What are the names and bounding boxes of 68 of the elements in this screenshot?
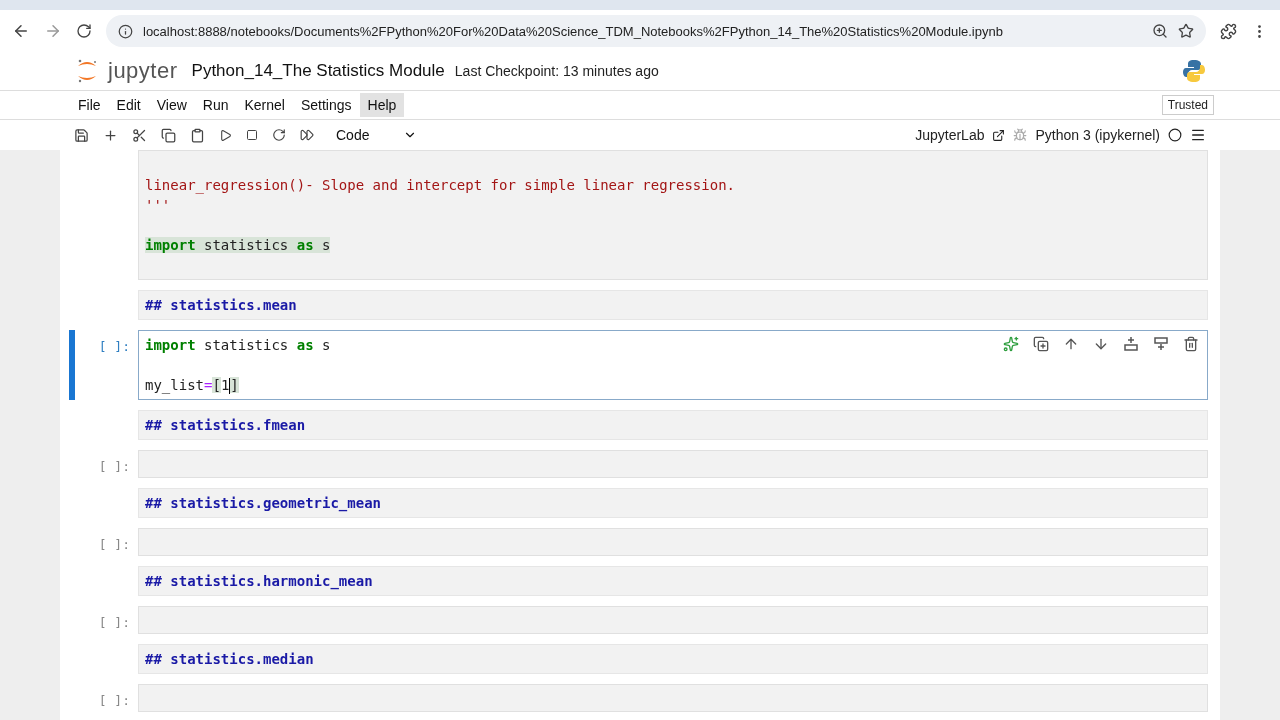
menu-item[interactable]: Settings bbox=[292, 93, 360, 117]
code-token: ''' bbox=[145, 197, 171, 213]
code-token: import bbox=[145, 237, 196, 253]
code-token: [ bbox=[212, 377, 221, 393]
move-up-icon[interactable] bbox=[1063, 336, 1079, 352]
checkpoint-text: Last Checkpoint: 13 minutes ago bbox=[454, 63, 660, 79]
markdown-cell[interactable]: ## statistics.median bbox=[138, 644, 1208, 674]
markdown-cell[interactable]: ## statistics.fmean bbox=[138, 410, 1208, 440]
cell-prompt: [ ]: bbox=[98, 459, 130, 474]
code-token: linear_regression()- Slope and intercept for simple linear regression. bbox=[145, 177, 735, 193]
menu-item[interactable]: Kernel bbox=[236, 93, 293, 117]
jupyter-logo-icon bbox=[76, 58, 98, 84]
cell-prompt: [ ]: bbox=[98, 339, 130, 354]
menu-item[interactable]: Edit bbox=[108, 93, 149, 117]
delete-icon[interactable] bbox=[1183, 336, 1199, 352]
markdown-cell[interactable]: ## statistics.geometric_mean bbox=[138, 488, 1208, 518]
star-icon[interactable] bbox=[1178, 23, 1194, 39]
cell-prompt: [ ]: bbox=[98, 615, 130, 630]
jupyterlab-link[interactable]: JupyterLab bbox=[915, 127, 985, 143]
move-down-icon[interactable] bbox=[1093, 336, 1109, 352]
code-token: = bbox=[204, 377, 213, 393]
code-token: 1 bbox=[220, 377, 230, 393]
copy-icon[interactable] bbox=[161, 127, 176, 143]
code-cell[interactable]: linear_regression()- Slope and intercept for simple linear regression. ''' import statistics as s bbox=[138, 150, 1208, 280]
code-token: import bbox=[145, 337, 196, 353]
jupyter-logo-text: jupyter bbox=[108, 58, 178, 84]
code-cell[interactable]: import statistics as s my_list=[1] bbox=[138, 330, 1208, 400]
insert-below-icon[interactable] bbox=[1153, 336, 1169, 352]
reload-icon[interactable] bbox=[76, 23, 92, 39]
insert-above-icon[interactable] bbox=[1123, 336, 1139, 352]
code-token: s bbox=[321, 337, 331, 353]
trusted-badge[interactable]: Trusted bbox=[1161, 95, 1214, 115]
run-icon[interactable] bbox=[219, 128, 232, 142]
cut-icon[interactable] bbox=[132, 127, 147, 143]
sparkle-icon[interactable] bbox=[1003, 336, 1019, 352]
kernel-name[interactable]: Python 3 (ipykernel) bbox=[1035, 127, 1160, 143]
notebook-title[interactable]: Python_14_The Statistics Module bbox=[191, 61, 445, 81]
kernel-status-icon[interactable] bbox=[1168, 128, 1182, 142]
extensions-icon[interactable] bbox=[1220, 22, 1237, 40]
menu-icon[interactable] bbox=[1190, 127, 1206, 143]
paste-icon[interactable] bbox=[190, 127, 205, 143]
run-all-icon[interactable] bbox=[300, 128, 314, 142]
menu-item[interactable]: View bbox=[148, 93, 195, 117]
code-token: as bbox=[296, 337, 314, 353]
cell-prompt: [ ]: bbox=[98, 537, 130, 552]
code-token: statistics bbox=[203, 337, 290, 353]
duplicate-icon[interactable] bbox=[1033, 336, 1049, 352]
save-icon[interactable] bbox=[74, 127, 89, 143]
menu-item[interactable]: File bbox=[70, 93, 109, 117]
back-icon[interactable] bbox=[12, 22, 30, 40]
code-token: statistics bbox=[195, 237, 297, 253]
menu-item[interactable]: Run bbox=[194, 93, 237, 117]
cell-type-dropdown[interactable]: Code bbox=[336, 127, 418, 143]
address-bar[interactable]: localhost:8888/notebooks/Documents%2FPython%20For%20Data%20Science_TDM_Notebooks%2FPython_14_The%20Statistics%20Module.ipynb bbox=[106, 15, 1206, 47]
add-cell-icon[interactable] bbox=[103, 127, 118, 143]
menu-item[interactable]: Help bbox=[359, 93, 405, 117]
python-logo-icon bbox=[1182, 59, 1206, 83]
markdown-cell[interactable]: ## statistics.harmonic_mean bbox=[138, 566, 1208, 596]
cell-prompt: [ ]: bbox=[98, 693, 130, 708]
restart-icon[interactable] bbox=[272, 128, 286, 142]
forward-icon[interactable] bbox=[44, 22, 62, 40]
markdown-cell[interactable]: ## statistics.mean bbox=[138, 290, 1208, 320]
zoom-icon[interactable] bbox=[1152, 23, 1168, 39]
code-token: ] bbox=[230, 377, 239, 393]
code-token: my_list bbox=[145, 377, 204, 393]
stop-icon[interactable] bbox=[246, 129, 258, 141]
info-icon[interactable] bbox=[118, 23, 133, 39]
external-link-icon[interactable] bbox=[992, 128, 1006, 142]
